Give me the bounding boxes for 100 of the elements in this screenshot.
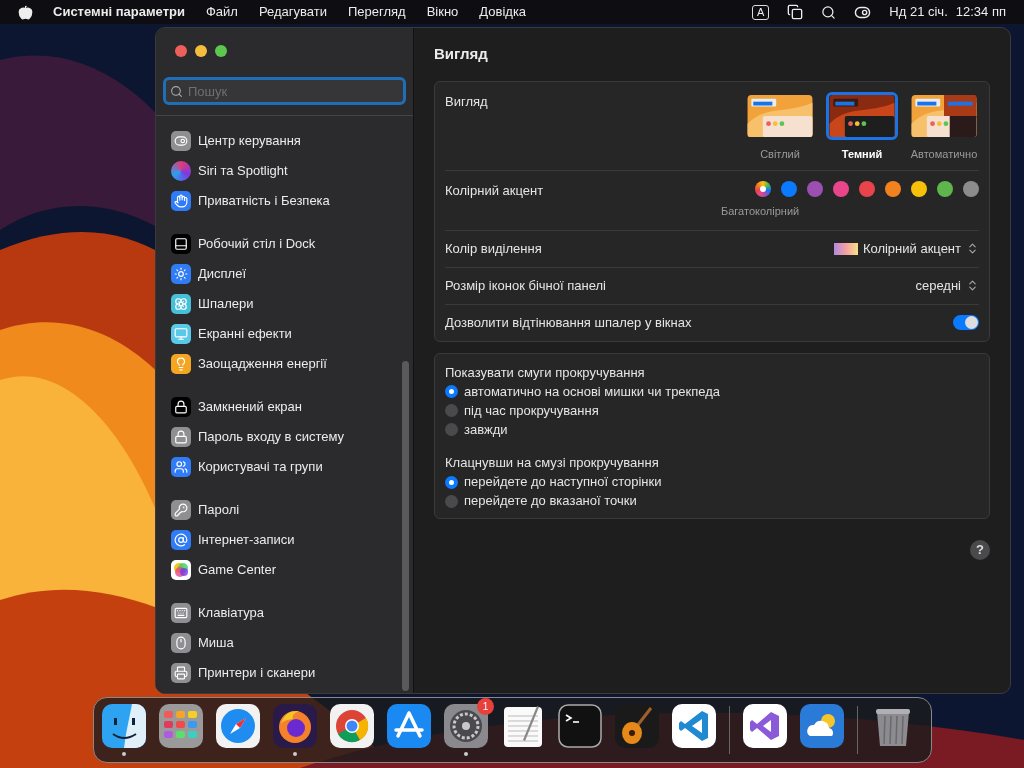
accent-caption: Багатоколірний bbox=[721, 204, 800, 219]
accent-swatch[interactable] bbox=[911, 181, 927, 197]
menu-item[interactable]: Перегляд bbox=[347, 2, 406, 22]
users-icon bbox=[171, 457, 191, 477]
zoom-button[interactable] bbox=[215, 45, 227, 57]
terminal-icon[interactable] bbox=[558, 704, 602, 748]
scrollbar[interactable] bbox=[402, 361, 409, 691]
option-label: Темний bbox=[841, 146, 883, 162]
radio-button[interactable] bbox=[445, 423, 458, 436]
menu-item[interactable]: Файл bbox=[205, 2, 238, 22]
sidebar-item[interactable]: Замкнений екран bbox=[171, 392, 398, 422]
key-icon bbox=[171, 500, 191, 520]
radio-label: перейдете до наступної сторінки bbox=[464, 473, 662, 492]
search-icon[interactable] bbox=[821, 4, 837, 20]
accent-swatch[interactable] bbox=[755, 181, 771, 197]
sidebar-item[interactable]: Принтери і сканери bbox=[171, 658, 398, 688]
radio-button[interactable] bbox=[445, 475, 458, 489]
group-label: Показувати смуги прокручування bbox=[445, 363, 646, 382]
app-menu[interactable]: Системні параметри bbox=[53, 2, 185, 22]
monitor-icon bbox=[171, 324, 191, 344]
code-editor-icon[interactable] bbox=[672, 704, 716, 748]
group-label: Клацнувши на смузі прокручування bbox=[445, 454, 660, 472]
hand-icon bbox=[171, 191, 191, 211]
sidebar-item[interactable]: Шпалери bbox=[171, 289, 398, 319]
radio-button[interactable] bbox=[445, 404, 458, 417]
compass-icon[interactable] bbox=[216, 704, 260, 748]
search-icon bbox=[170, 85, 183, 98]
keyboard-icon bbox=[171, 603, 191, 623]
option-label: Автоматично bbox=[910, 146, 978, 162]
sidebar-item[interactable]: Siri та Spotlight bbox=[171, 156, 398, 186]
sidebar-item[interactable]: Робочий стіл і Dock bbox=[171, 229, 398, 259]
windows-icon[interactable] bbox=[787, 4, 804, 20]
sidebar-item[interactable]: Користувачі та групи bbox=[171, 452, 398, 482]
radio-button[interactable] bbox=[445, 494, 458, 508]
help-button[interactable]: ? bbox=[970, 539, 990, 560]
accent-swatch[interactable] bbox=[807, 181, 823, 197]
close-button[interactable] bbox=[175, 45, 187, 57]
input-source-indicator[interactable]: A bbox=[752, 4, 770, 20]
radio-button[interactable] bbox=[445, 385, 458, 398]
apple-icon[interactable] bbox=[18, 4, 33, 20]
row-label: Вигляд bbox=[445, 92, 488, 111]
gradient-swatch-icon bbox=[833, 242, 858, 255]
option-label: Світлий bbox=[760, 146, 800, 162]
sun-icon bbox=[171, 264, 191, 284]
accent-swatch[interactable] bbox=[781, 181, 797, 197]
dock-icon bbox=[171, 234, 191, 254]
cloud-sun-icon[interactable] bbox=[800, 704, 844, 748]
app-grid-icon[interactable] bbox=[159, 704, 203, 748]
minimize-button[interactable] bbox=[195, 45, 207, 57]
icon-size-popup[interactable]: середні bbox=[915, 275, 979, 296]
menu-item[interactable]: Редагувати bbox=[258, 2, 327, 22]
fox-globe-icon[interactable] bbox=[273, 704, 317, 748]
row-label: Колір виділення bbox=[445, 239, 542, 258]
notepad-icon[interactable] bbox=[501, 704, 545, 748]
smiling-face-icon[interactable] bbox=[102, 704, 146, 748]
sidebar-item[interactable]: Паролі bbox=[171, 495, 398, 525]
radio-label: автоматично на основі мишки чи трекпеда bbox=[464, 382, 721, 401]
sidebar-item[interactable]: Миша bbox=[171, 628, 398, 658]
accent-swatch[interactable] bbox=[885, 181, 901, 197]
row-label: Колірний акцент bbox=[445, 182, 544, 200]
printer-icon bbox=[171, 663, 191, 683]
ribbon-logo-icon[interactable] bbox=[743, 704, 787, 748]
radio-label: під час прокручування bbox=[464, 401, 599, 420]
mouse-icon bbox=[171, 633, 191, 653]
menu-item[interactable]: Вікно bbox=[426, 2, 459, 22]
sidebar-item[interactable]: Центр керування bbox=[171, 126, 398, 156]
sidebar-item[interactable]: Інтернет-записи bbox=[171, 525, 398, 555]
menu-item[interactable]: Довідка bbox=[479, 2, 527, 22]
notification-badge: 1 bbox=[477, 698, 494, 715]
stepper-icon bbox=[966, 279, 979, 292]
orb-icon bbox=[171, 161, 191, 181]
bubbles-icon bbox=[171, 560, 191, 580]
accent-swatch[interactable] bbox=[859, 181, 875, 197]
accent-swatch[interactable] bbox=[963, 181, 979, 197]
highlight-color-popup[interactable]: Колірний акцент bbox=[833, 238, 979, 259]
lock-icon bbox=[171, 427, 191, 447]
radio-label: перейдете до вказаної точки bbox=[464, 492, 637, 511]
accent-swatch[interactable] bbox=[937, 181, 953, 197]
at-sign-icon bbox=[171, 530, 191, 550]
sidebar-item[interactable]: Дисплеї bbox=[171, 259, 398, 289]
toggle-icon bbox=[171, 131, 191, 151]
sidebar-item[interactable]: Приватність і Безпека bbox=[171, 186, 398, 216]
row-label: Дозволити відтінювання шпалер у вікнах bbox=[445, 313, 692, 332]
sidebar-item[interactable]: Екранні ефекти bbox=[171, 319, 398, 349]
sidebar-item[interactable]: Клавіатура bbox=[171, 598, 398, 628]
sidebar-item[interactable]: Game Center bbox=[171, 555, 398, 585]
menu-bar-clock[interactable]: 12:34 пп bbox=[955, 2, 1006, 22]
sidebar-item[interactable]: Пароль входу в систему bbox=[171, 422, 398, 452]
row-label: Розмір іконок бічної панелі bbox=[445, 276, 606, 295]
flower-icon bbox=[171, 294, 191, 314]
circle-logo-icon[interactable] bbox=[330, 704, 374, 748]
search-field[interactable]: Пошук bbox=[163, 77, 406, 105]
radio-label: завжди bbox=[464, 420, 508, 439]
accent-swatch[interactable] bbox=[833, 181, 849, 197]
crossed-sticks-icon[interactable] bbox=[387, 704, 431, 748]
toggle-switch[interactable] bbox=[953, 315, 979, 330]
menu-bar-date[interactable]: Нд 21 січ. bbox=[889, 2, 948, 22]
gear-icon[interactable] bbox=[444, 704, 488, 748]
guitar-icon[interactable] bbox=[615, 704, 659, 748]
sidebar-item[interactable]: Заощадження енергії bbox=[171, 349, 398, 379]
